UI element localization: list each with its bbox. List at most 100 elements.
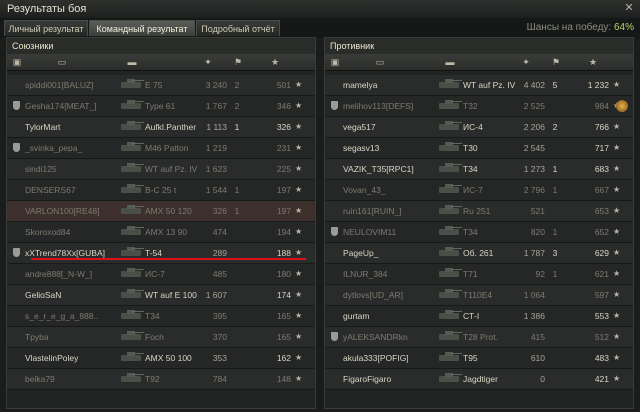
player-name[interactable]: Vovan_43_ [343,180,435,200]
player-row[interactable]: yALEKSANDRkn T28 Prot. 415 512 ★ [325,327,633,348]
player-name[interactable]: s_e_r_e_g_a_888.. [25,306,117,326]
player-row[interactable]: VAZIK_T35[RPC1] T34 1 273 1 683 ★ [325,159,633,180]
player-name[interactable]: xXTrend78Xx[GUBA] [25,243,117,263]
player-row[interactable]: s_e_r_e_g_a_888.. T34 395 165 ★ [7,306,315,327]
tank-column-icon[interactable]: ▬ [437,57,463,67]
player-name[interactable]: VARLON100[RE48] [25,201,117,221]
player-row[interactable]: belka79 T92 784 148 ★ [7,369,315,390]
damage-value: 2 796 [523,185,545,195]
player-row[interactable]: spiddi001[BALUZ] E 75 3 240 2 501 ★ [7,75,315,96]
medal-icon[interactable] [616,100,628,112]
platoon-icon [12,285,22,305]
xp-value: 667 [594,185,609,195]
tank-column-icon[interactable]: ▬ [119,57,145,67]
player-name[interactable]: akula333[POFIG] [343,348,435,368]
player-row[interactable]: gurtam СТ-I 1 386 553 ★ [325,306,633,327]
player-name[interactable]: PageUp_ [343,243,435,263]
kills-column-icon[interactable]: ⚑ [545,57,567,67]
xp-value: 483 [594,353,609,363]
player-row[interactable]: GelioSaN WT auf E 100 1 607 174 ★ [7,285,315,306]
xp-value: 629 [594,248,609,258]
player-row[interactable]: vega517 ИС-4 2 206 2 766 ★ [325,117,633,138]
player-name[interactable]: yALEKSANDRkn [343,327,435,347]
player-column-icon[interactable]: ▭ [47,57,77,67]
player-row[interactable]: andre888[_N-W_] ИС-7 485 180 ★ [7,264,315,285]
player-row[interactable]: Gesha174[MEAT_] Type 61 1 767 2 346 ★ [7,96,315,117]
star-icon: ★ [295,311,303,320]
platoon-column-icon[interactable]: ▣ [11,57,23,67]
xp-column-icon[interactable]: ★ [263,57,287,67]
player-name[interactable]: sindi125 [25,159,117,179]
player-row[interactable]: FigaroFigaro Jagdtiger 0 421 ★ [325,369,633,390]
close-icon[interactable]: ✕ [623,2,635,14]
player-name[interactable]: NEULOVIM11 [343,222,435,242]
platoon-column-icon[interactable]: ▣ [329,57,341,67]
player-row[interactable]: Vovan_43_ ИС-7 2 796 1 667 ★ [325,180,633,201]
platoon-icon [330,117,340,137]
window-title: Результаты боя [7,3,87,15]
platoon-icon [330,243,340,263]
player-name[interactable]: Skoroxod84 [25,222,117,242]
player-row[interactable]: VARLON100[RE48] AMX 50 120 326 1 197 ★ [7,201,315,222]
player-row[interactable]: melihov113[DEFS]T322 525984★ [325,96,633,117]
player-name[interactable]: dytlovs[UD_AR] [343,285,435,305]
player-row[interactable]: VlastelinPoley AMX 50 100 353 162 ★ [7,348,315,369]
player-name[interactable]: FigaroFigaro [343,369,435,389]
player-name[interactable]: _svinka_pepa_ [25,138,117,158]
player-name[interactable]: Tpyba [25,327,117,347]
kills-value: 1 [234,122,240,132]
player-row[interactable]: dytlovs[UD_AR] T110E4 1 064 597 ★ [325,285,633,306]
player-name[interactable]: DENSERS67 [25,180,117,200]
xp-column-icon[interactable]: ★ [581,57,605,67]
player-row[interactable]: ruin161[RUIN_] Ru 251 521 653 ★ [325,201,633,222]
player-row[interactable]: xXTrend78Xx[GUBA] T-54 289 188 ★ [7,243,315,264]
kills-value: 1 [552,269,558,279]
player-row[interactable]: PageUp_ Об. 261 1 787 3 629 ★ [325,243,633,264]
player-name[interactable]: segasv13 [343,138,435,158]
player-row[interactable]: segasv13 T30 2 545 717 ★ [325,138,633,159]
player-row[interactable]: Skoroxod84 AMX 13 90 474 194 ★ [7,222,315,243]
player-name[interactable]: spiddi001[BALUZ] [25,75,117,95]
tank-icon [119,117,144,137]
player-name[interactable]: GelioSaN [25,285,117,305]
star-icon: ★ [295,80,303,89]
tab-detailed-report[interactable]: Подробный отчёт [196,20,280,36]
player-row[interactable]: sindi125 WT auf Pz. IV 1 623 225 ★ [7,159,315,180]
player-name[interactable]: TylorMart [25,117,117,137]
player-name[interactable]: Gesha174[MEAT_] [25,96,117,116]
star-icon: ★ [295,227,303,236]
player-name[interactable]: ruin161[RUIN_] [343,201,435,221]
xp-value: 194 [276,227,291,237]
player-name[interactable]: belka79 [25,369,117,389]
kills-column-icon[interactable]: ⚑ [227,57,249,67]
kills-value: 2 [234,80,240,90]
damage-column-icon[interactable]: ✦ [193,57,223,67]
player-name[interactable]: VAZIK_T35[RPC1] [343,159,435,179]
player-column-icon[interactable]: ▭ [365,57,395,67]
player-name[interactable]: VlastelinPoley [25,348,117,368]
player-row[interactable]: _svinka_pepa_ M46 Patton 1 219 231 ★ [7,138,315,159]
tab-team-result[interactable]: Командный результат [89,20,195,36]
player-row[interactable]: TylorMart Aufkl.Panther 1 113 1 326 ★ [7,117,315,138]
allies-column-header: ▣ ▭ ▬ ✦ ⚑ ★ [7,54,315,71]
player-row[interactable]: ILNUR_384 T71 92 1 621 ★ [325,264,633,285]
damage-value: 2 206 [523,122,545,132]
player-name[interactable]: andre888[_N-W_] [25,264,117,284]
tank-icon [119,180,144,200]
player-name[interactable]: gurtam [343,306,435,326]
player-name[interactable]: ILNUR_384 [343,264,435,284]
player-name[interactable]: vega517 [343,117,435,137]
platoon-icon [12,75,22,95]
player-row[interactable]: akula333[POFIG] T95 610 483 ★ [325,348,633,369]
xp-value: 162 [276,353,291,363]
player-name[interactable]: mamelya [343,75,435,95]
player-row[interactable]: mamelya WT auf Pz. IV 4 402 5 1 232 ★ [325,75,633,96]
player-row[interactable]: DENSERS67 B-C 25 t1 544 1 197 ★ [7,180,315,201]
player-row[interactable]: Tpyba Foch 370 165 ★ [7,327,315,348]
tab-personal-result[interactable]: Личный результат [4,20,88,36]
damage-column-icon[interactable]: ✦ [511,57,541,67]
star-icon: ★ [295,185,303,194]
player-name[interactable]: melihov113[DEFS] [343,96,435,116]
player-row[interactable]: NEULOVIM11 T34 820 1 652 ★ [325,222,633,243]
xp-value: 501 [276,80,291,90]
